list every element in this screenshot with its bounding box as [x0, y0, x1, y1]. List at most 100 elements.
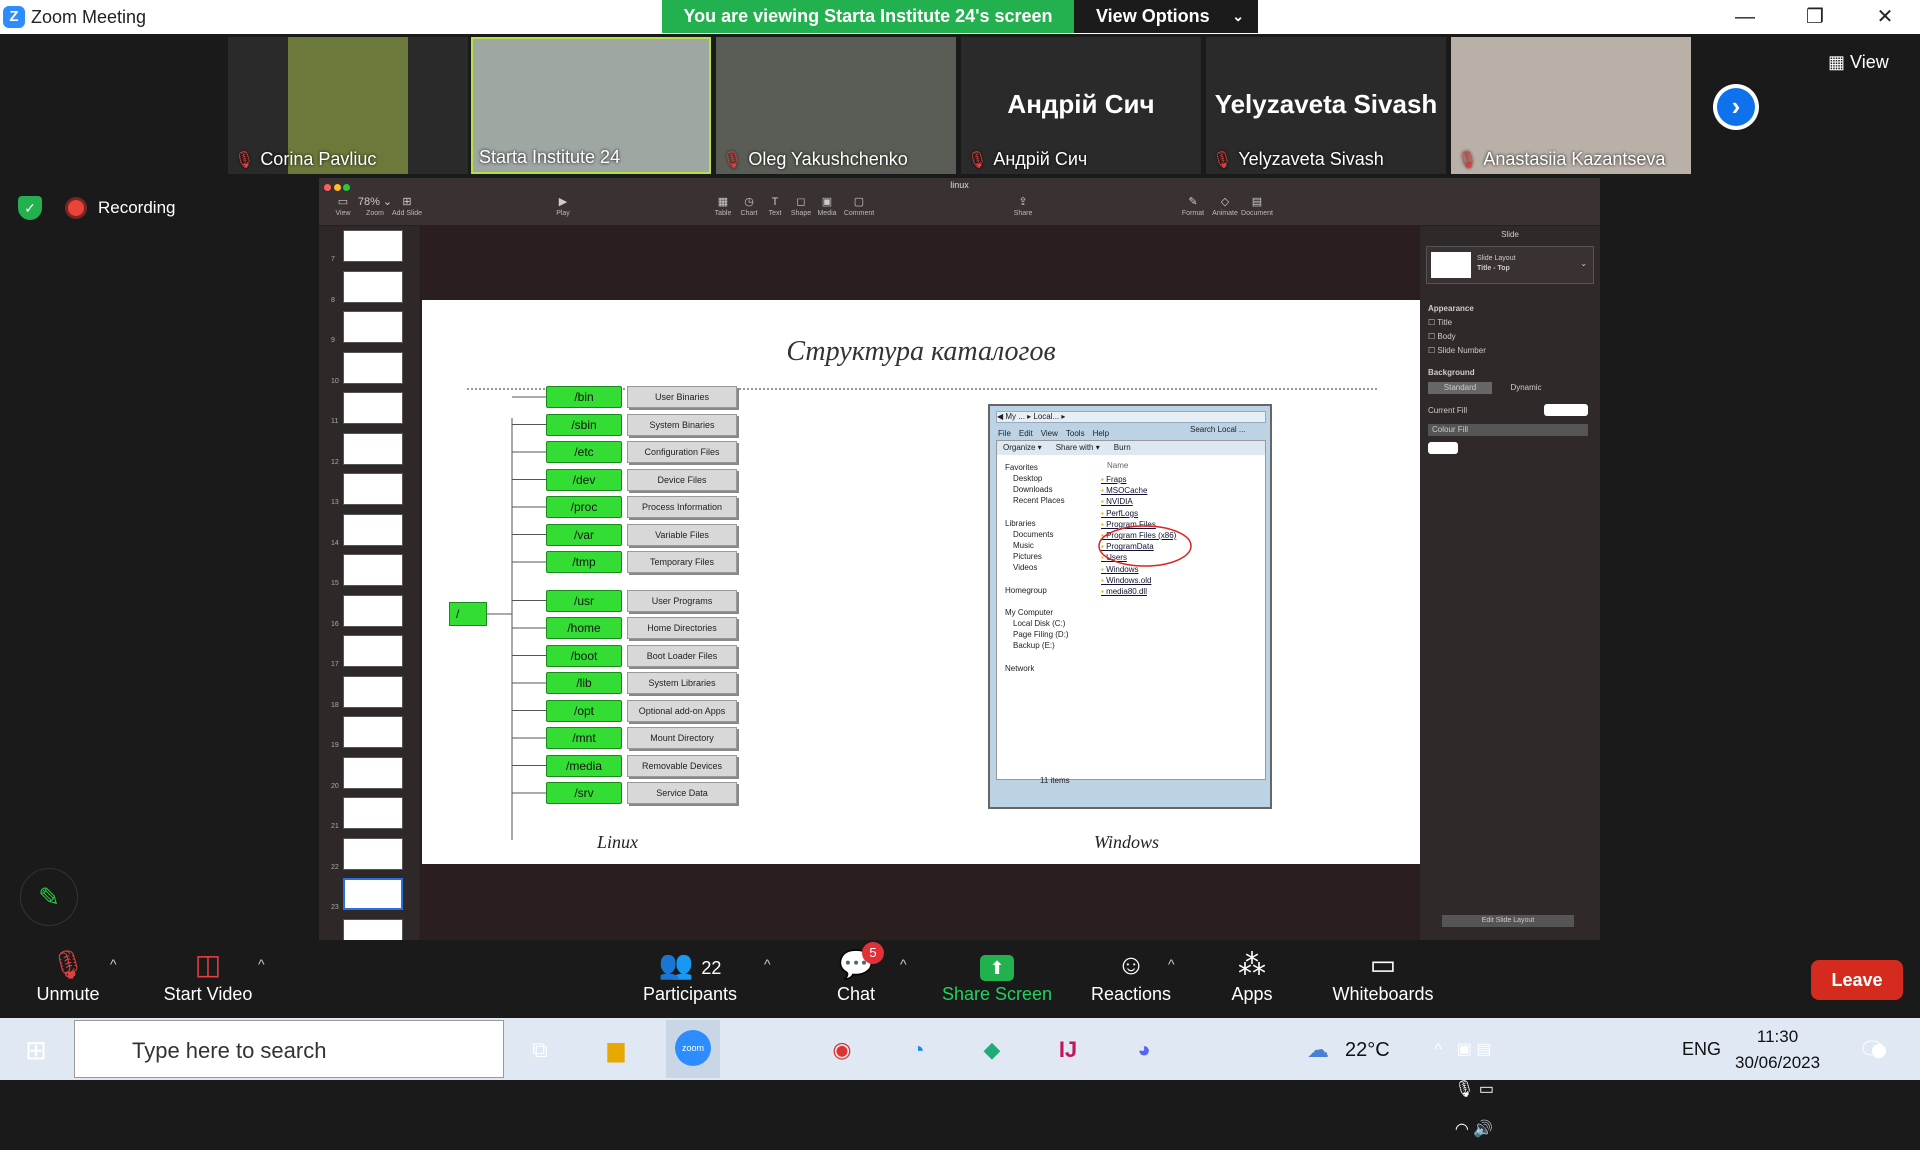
language-indicator[interactable]: ENG — [1682, 1039, 1721, 1060]
notifications-icon[interactable]: 🗨1 — [1852, 1030, 1892, 1070]
participant-tile[interactable]: 🎙 Corina Pavliuc — [228, 37, 468, 174]
participant-name-text: Anastasiia Kazantseva — [1483, 149, 1666, 169]
recording-label[interactable]: Recording — [98, 198, 176, 218]
toolbar-document-button[interactable]: ▤ Document — [1239, 194, 1275, 217]
reactions-button[interactable]: ☺ Reactions — [1086, 940, 1176, 1005]
participant-tile[interactable]: Yelyzaveta Sivash 🎙 Yelyzaveta Sivash — [1206, 37, 1446, 174]
maximize-button[interactable]: ❐ — [1780, 0, 1850, 34]
leave-button[interactable]: Leave — [1811, 960, 1903, 1000]
intellij-icon[interactable]: IJ — [1048, 1030, 1088, 1070]
view-button[interactable]: ▦ View — [1828, 52, 1889, 73]
zoom-taskbar-app[interactable]: zoom — [666, 1020, 720, 1078]
minimize-dot-icon[interactable] — [333, 184, 341, 191]
slide-thumbnail[interactable] — [343, 513, 403, 546]
security-shield-icon[interactable]: ✓ — [18, 196, 42, 220]
colour-fill-select[interactable]: Colour Fill — [1428, 424, 1588, 436]
edge-icon[interactable]: ◔ — [898, 1030, 938, 1070]
toolbar-view-button[interactable]: ▭ View — [325, 194, 361, 217]
directory-description: Home Directories — [627, 617, 737, 639]
close-dot-icon[interactable] — [324, 184, 331, 191]
taskbar-clock[interactable]: 11:30 30/06/2023 — [1735, 1024, 1820, 1076]
toolbar-share-button[interactable]: ⇪ Share — [1005, 194, 1041, 217]
participant-tile[interactable]: Starta Institute 24 — [471, 37, 711, 174]
checkbox-slide-number[interactable]: ☐ Slide Number — [1428, 346, 1486, 355]
directory-lib: /lib — [546, 672, 622, 694]
share-screen-button[interactable]: ⬆ Share Screen — [940, 940, 1054, 1005]
current-fill-swatch[interactable] — [1544, 404, 1588, 416]
discord-icon[interactable]: ◕ — [1124, 1030, 1164, 1070]
chevron-right-icon: › — [1717, 88, 1755, 126]
zoom-dot-icon[interactable] — [343, 184, 351, 191]
participant-tile[interactable]: Андрій Сич 🎙 Андрій Сич — [961, 37, 1201, 174]
meeting-controls: 🎙 Unmute ^ ◫ Start Video ^ 👥 22 Participant… — [0, 940, 1920, 1018]
slide-thumbnail[interactable] — [343, 878, 403, 910]
slide-thumbnail[interactable] — [343, 432, 403, 465]
slide-thumbnail[interactable] — [343, 392, 403, 424]
toolbar-label: Add Slide — [392, 210, 422, 217]
tray-chevron-icon[interactable]: ^ — [1418, 1030, 1458, 1070]
close-button[interactable]: ✕ — [1850, 0, 1920, 34]
slide-thumbnail[interactable] — [343, 797, 403, 829]
view-options-button[interactable]: View Options ⌄ — [1074, 0, 1258, 33]
slide-thumbnail[interactable] — [343, 675, 403, 708]
toolbar-add-slide-button[interactable]: ⊞ Add Slide — [389, 194, 425, 217]
slide-thumbnail[interactable] — [343, 594, 403, 627]
whiteboards-button[interactable]: ▭ Whiteboards — [1326, 940, 1440, 1005]
shared-screen-keynote[interactable]: linux ▭ View 78% ⌄ Zoom ⊞ Add Slide ▶ Play ▦ Tabl… — [319, 178, 1600, 952]
slide-thumbnail[interactable] — [343, 270, 403, 303]
fill-color-well[interactable] — [1428, 442, 1458, 454]
reactions-caret[interactable]: ^ — [1168, 956, 1175, 972]
toolbar-media-button[interactable]: ▣ Media — [809, 194, 845, 217]
directory-home: /home — [546, 617, 622, 639]
annotate-pencil-icon[interactable]: ✎ — [20, 868, 78, 926]
explorer-nav-item: Backup (E:) — [1013, 641, 1055, 650]
task-view-icon[interactable]: ⧉ — [520, 1030, 560, 1070]
slide-thumbnail[interactable] — [343, 311, 403, 343]
tab-standard[interactable]: Standard — [1428, 382, 1492, 394]
slide-thumbnail[interactable] — [343, 554, 403, 586]
slide-thumbnail[interactable] — [343, 716, 403, 748]
toolbar-icon: ◇ — [1220, 196, 1230, 208]
next-page-button[interactable]: › — [1713, 84, 1759, 130]
caption-windows: Windows — [1094, 832, 1160, 852]
participants-button[interactable]: 👥 22 Participants — [640, 940, 740, 1005]
tray-icons[interactable]: ▣ ▤ 🎙 ▭ ◠ 🔊 — [1454, 1030, 1494, 1138]
directory-description: Optional add-on Apps — [627, 699, 737, 722]
file-name: media80.dll — [1106, 587, 1147, 596]
slide-thumbnail[interactable] — [343, 756, 403, 789]
file-explorer-icon[interactable]: ▆ — [596, 1030, 636, 1070]
chrome-icon[interactable]: ◉ — [822, 1030, 862, 1070]
edit-slide-layout-button[interactable]: Edit Slide Layout — [1442, 915, 1574, 927]
participant-tile[interactable]: 🎙 Anastasiia Kazantseva — [1451, 37, 1691, 174]
app-icon[interactable]: ◆ — [972, 1030, 1012, 1070]
unmute-button[interactable]: 🎙 Unmute — [28, 940, 108, 1005]
toolbar-zoom-button[interactable]: 78% ⌄ Zoom — [357, 194, 393, 217]
layout-value: Title - Top — [1477, 265, 1510, 272]
participants-caret[interactable]: ^ — [764, 956, 771, 972]
checkbox-body[interactable]: ☐ Body — [1428, 332, 1456, 341]
chat-button[interactable]: 💬 Chat 5 — [820, 940, 892, 1005]
video-options-caret[interactable]: ^ — [258, 956, 265, 972]
windows-start-icon[interactable]: ⊞ — [16, 1030, 56, 1070]
slide-thumbnail[interactable] — [343, 351, 403, 384]
slide-thumbnail[interactable] — [343, 635, 403, 667]
slide-thumbnail[interactable] — [343, 837, 403, 870]
tab-dynamic[interactable]: Dynamic — [1494, 382, 1558, 394]
toolbar-play-button[interactable]: ▶ Play — [545, 194, 581, 217]
slide-thumbnail[interactable] — [343, 473, 403, 505]
toolbar-animate-button[interactable]: ◇ Animate — [1207, 194, 1243, 217]
weather-temperature[interactable]: 22°C — [1345, 1039, 1390, 1062]
start-video-button[interactable]: ◫ Start Video — [158, 940, 258, 1005]
slide-navigator[interactable]: 789101112131415161718192021222324 — [319, 226, 419, 952]
toolbar-comment-button[interactable]: ▢ Comment — [841, 194, 877, 217]
audio-options-caret[interactable]: ^ — [110, 956, 117, 972]
apps-button[interactable]: ⁂ Apps — [1222, 940, 1282, 1005]
toolbar-format-button[interactable]: ✎ Format — [1175, 194, 1211, 217]
slide-thumbnail[interactable] — [343, 230, 403, 262]
participant-tile[interactable]: 🎙 Oleg Yakushchenko — [716, 37, 956, 174]
toolbar-label: Chart — [740, 210, 758, 217]
checkbox-title[interactable]: ☐ Title — [1428, 318, 1452, 327]
slide-layout-picker[interactable]: Slide Layout Title - Top ⌄ — [1426, 246, 1594, 284]
minimize-button[interactable]: — — [1710, 0, 1780, 34]
chat-caret[interactable]: ^ — [900, 956, 907, 972]
